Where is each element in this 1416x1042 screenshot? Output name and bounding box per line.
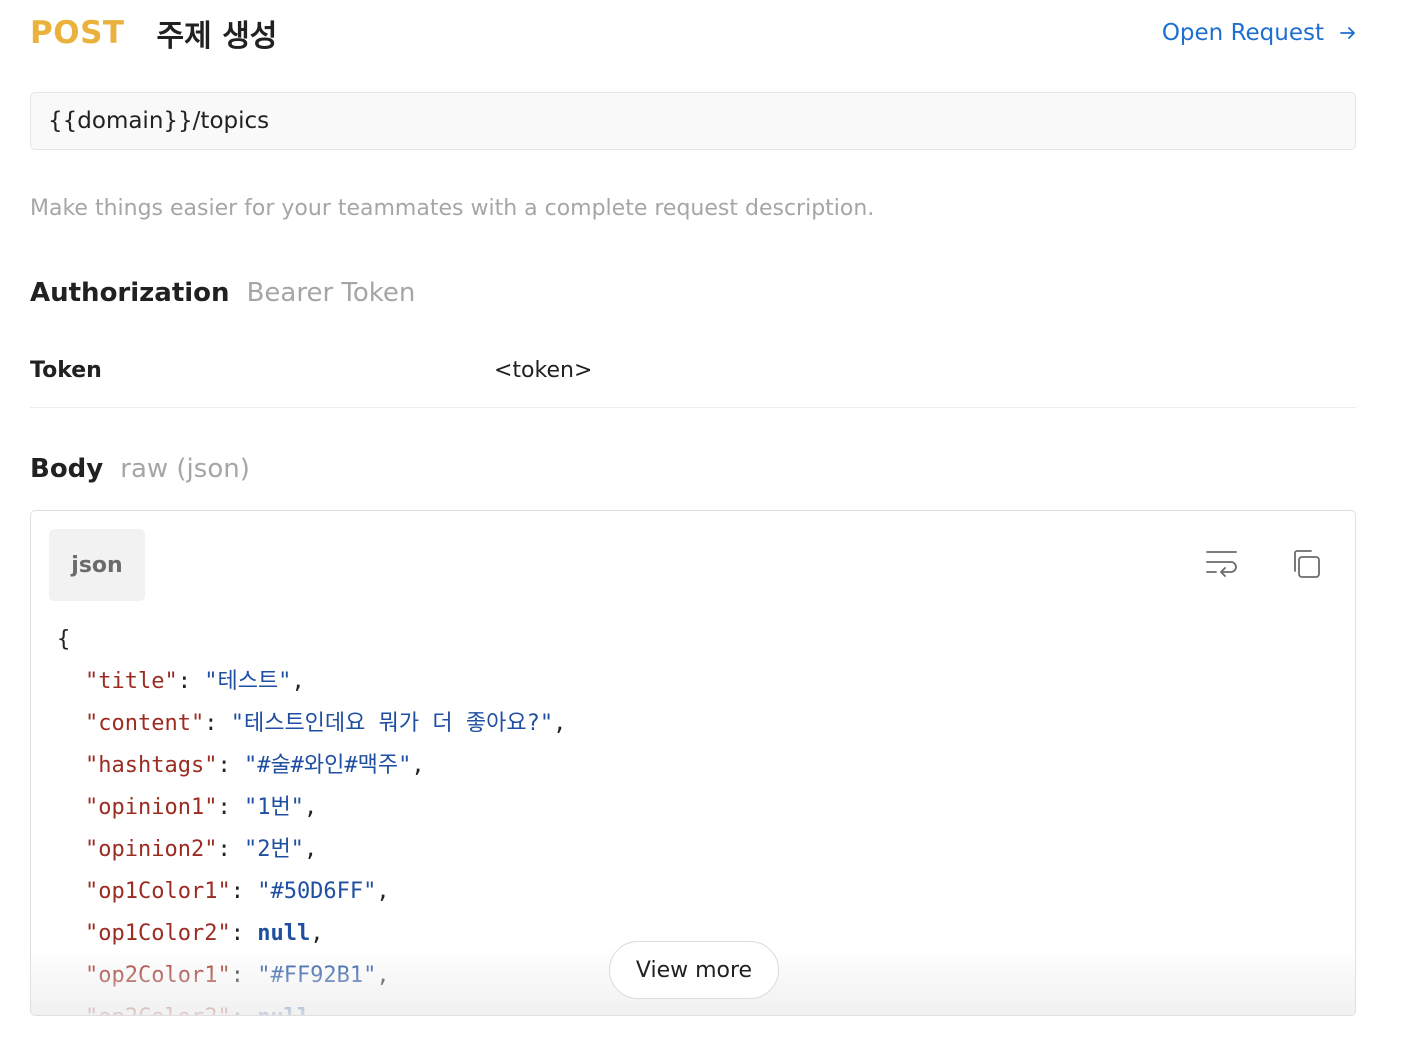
json-key: "title" [85, 669, 178, 694]
json-key: "opinion2" [85, 837, 218, 862]
request-header: POST 주제 생성 Open Request [30, 10, 1358, 56]
json-value: "2번" [243, 837, 304, 862]
http-method-badge: POST [30, 15, 125, 51]
json-key: "op2Color1" [85, 963, 231, 988]
code-line: "content": "테스트인데요 뭐가 더 좋아요?", [85, 711, 567, 736]
authorization-heading: Authorization Bearer Token [30, 278, 415, 308]
token-key: Token [30, 358, 102, 383]
json-value: null [257, 921, 311, 946]
code-line: "op1Color2": null, [85, 921, 324, 946]
json-value: "#술#와인#맥주" [243, 753, 412, 778]
request-documentation-page: POST 주제 생성 Open Request {{domain}}/topic… [0, 0, 1416, 1042]
token-row: Token <token> [30, 340, 1356, 408]
code-line: "hashtags": "#술#와인#맥주", [85, 753, 425, 778]
json-key: "content" [85, 711, 205, 736]
json-value: null [257, 1005, 310, 1015]
json-code: { "title": "테스트", "content": "테스트인데요 뭐가 더 … [57, 619, 567, 1015]
json-key: "op1Color1" [85, 879, 231, 904]
json-value: "#FF92B1" [257, 963, 377, 988]
body-code-block: json { "title": "테스트", "content": "테스트인데요 … [30, 510, 1356, 1016]
body-type: raw (json) [120, 454, 250, 484]
json-value: "1번" [243, 795, 304, 820]
body-title: Body [30, 454, 104, 484]
request-url-text: {{domain}}/topics [48, 108, 270, 134]
request-name: 주제 생성 [156, 19, 278, 54]
json-key: "op2Color2" [85, 1005, 231, 1015]
code-line: "op2Color2": null [57, 997, 566, 1015]
open-request-link[interactable]: Open Request [1162, 20, 1358, 46]
json-value: "테스트" [204, 669, 292, 694]
request-description-placeholder[interactable]: Make things easier for your teammates wi… [30, 196, 874, 221]
authorization-title: Authorization [30, 278, 230, 308]
open-request-label: Open Request [1161, 20, 1324, 46]
code-line: "op2Color1": "#FF92B1", [85, 963, 390, 988]
request-url-field[interactable]: {{domain}}/topics [30, 92, 1356, 150]
code-line: "opinion2": "2번", [85, 837, 318, 862]
json-key: "op1Color2" [85, 921, 231, 946]
arrow-right-icon [1338, 23, 1358, 43]
wrap-lines-icon[interactable] [1205, 549, 1239, 579]
language-tag: json [49, 529, 145, 601]
view-more-button[interactable]: View more [609, 941, 779, 999]
json-value: "#50D6FF" [257, 879, 377, 904]
authorization-type: Bearer Token [246, 278, 416, 308]
code-line: "opinion1": "1번", [85, 795, 318, 820]
json-key: "hashtags" [85, 753, 218, 778]
json-key: "opinion1" [85, 795, 218, 820]
json-value: "테스트인데요 뭐가 더 좋아요?" [230, 711, 554, 736]
copy-icon[interactable] [1289, 547, 1323, 581]
token-value: <token> [494, 358, 593, 383]
code-line: "title": "테스트", [85, 669, 305, 694]
code-line: "op1Color1": "#50D6FF", [85, 879, 390, 904]
code-line-open-brace: { [57, 627, 71, 652]
body-heading: Body raw (json) [30, 454, 250, 484]
